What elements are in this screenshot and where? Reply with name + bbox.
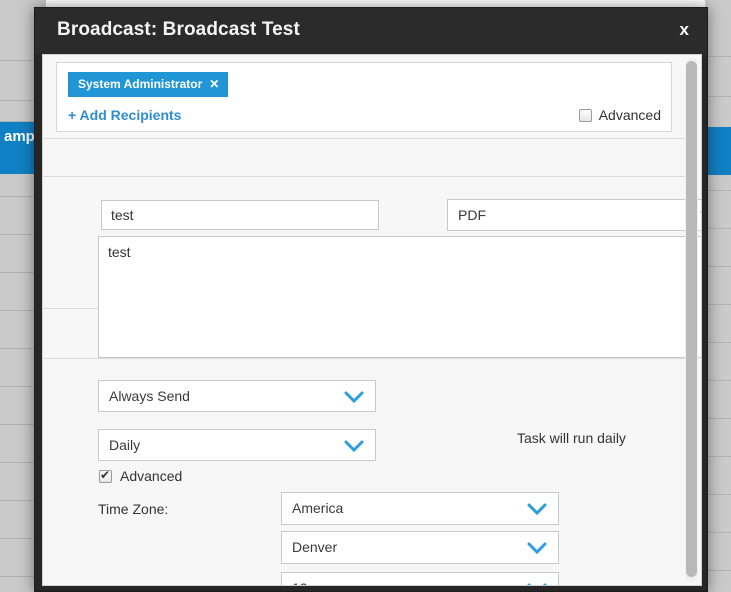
run-hour-select[interactable]: 12 pm bbox=[281, 572, 559, 585]
broadcast-modal: Broadcast: Broadcast Test x System Admin… bbox=[34, 7, 708, 592]
background-row-divider bbox=[705, 228, 731, 229]
background-row-divider bbox=[705, 96, 731, 97]
add-recipients-link[interactable]: + Add Recipients bbox=[68, 107, 181, 123]
send-rule-value: Always Send bbox=[109, 388, 190, 404]
background-row-divider bbox=[705, 494, 731, 495]
close-icon[interactable]: x bbox=[680, 20, 689, 40]
background-table-right bbox=[705, 0, 731, 592]
background-row-divider bbox=[705, 342, 731, 343]
chevron-down-icon bbox=[527, 582, 547, 585]
modal-form: System Administrator ✕ + Add Recipients A… bbox=[43, 55, 701, 585]
advanced-schedule-label: Advanced bbox=[120, 468, 183, 484]
advanced-recipients-label: Advanced bbox=[598, 107, 661, 123]
modal-header: Broadcast: Broadcast Test x bbox=[35, 8, 707, 54]
background-row-divider bbox=[705, 570, 731, 571]
background-row-divider bbox=[705, 56, 731, 57]
background-row-divider bbox=[705, 456, 731, 457]
advanced-schedule-toggle[interactable]: Advanced bbox=[99, 467, 183, 484]
remove-recipient-icon[interactable]: ✕ bbox=[209, 77, 219, 91]
recipient-tag[interactable]: System Administrator ✕ bbox=[68, 72, 229, 97]
modal-scrollbar-thumb[interactable] bbox=[686, 61, 697, 577]
background-row-divider bbox=[705, 266, 731, 267]
chevron-down-icon bbox=[527, 502, 547, 516]
timezone-label: Time Zone: bbox=[98, 501, 169, 517]
timezone-city-value: Denver bbox=[292, 539, 338, 555]
advanced-recipients-checkbox[interactable] bbox=[578, 108, 592, 122]
format-select-value: PDF bbox=[458, 207, 486, 223]
timezone-area-select[interactable]: America bbox=[281, 492, 559, 525]
timezone-area-value: America bbox=[292, 500, 344, 516]
frequency-select[interactable]: Daily bbox=[98, 429, 376, 461]
chevron-down-icon bbox=[700, 209, 701, 223]
advanced-recipients-toggle[interactable]: Advanced bbox=[578, 107, 661, 123]
background-row-divider bbox=[705, 532, 731, 533]
format-select[interactable]: PDF bbox=[447, 199, 701, 231]
subject-section bbox=[43, 139, 686, 177]
frequency-value: Daily bbox=[109, 437, 141, 453]
recipient-tag-label: System Administrator bbox=[78, 77, 203, 91]
subject-input[interactable] bbox=[101, 200, 379, 230]
chevron-down-icon bbox=[344, 439, 364, 453]
background-row-divider bbox=[705, 418, 731, 419]
background-row-divider bbox=[705, 304, 731, 305]
background-row-divider bbox=[705, 380, 731, 381]
recipients-panel: System Administrator ✕ + Add Recipients A… bbox=[56, 62, 672, 132]
schedule-run-note: Task will run daily bbox=[517, 430, 626, 446]
modal-title: Broadcast: Broadcast Test bbox=[57, 19, 300, 40]
send-rule-select[interactable]: Always Send bbox=[98, 380, 376, 412]
recipients-section: System Administrator ✕ + Add Recipients A… bbox=[43, 55, 686, 139]
advanced-schedule-checkbox[interactable] bbox=[99, 467, 112, 483]
timezone-city-select[interactable]: Denver bbox=[281, 531, 559, 564]
modal-body: System Administrator ✕ + Add Recipients A… bbox=[42, 54, 702, 586]
chevron-down-icon bbox=[527, 541, 547, 555]
run-hour-value: 12 pm bbox=[292, 580, 331, 585]
background-row-divider bbox=[705, 190, 731, 191]
chevron-down-icon bbox=[344, 390, 364, 404]
background-selected-row-right[interactable] bbox=[706, 127, 731, 175]
message-textarea[interactable]: test bbox=[98, 236, 701, 358]
